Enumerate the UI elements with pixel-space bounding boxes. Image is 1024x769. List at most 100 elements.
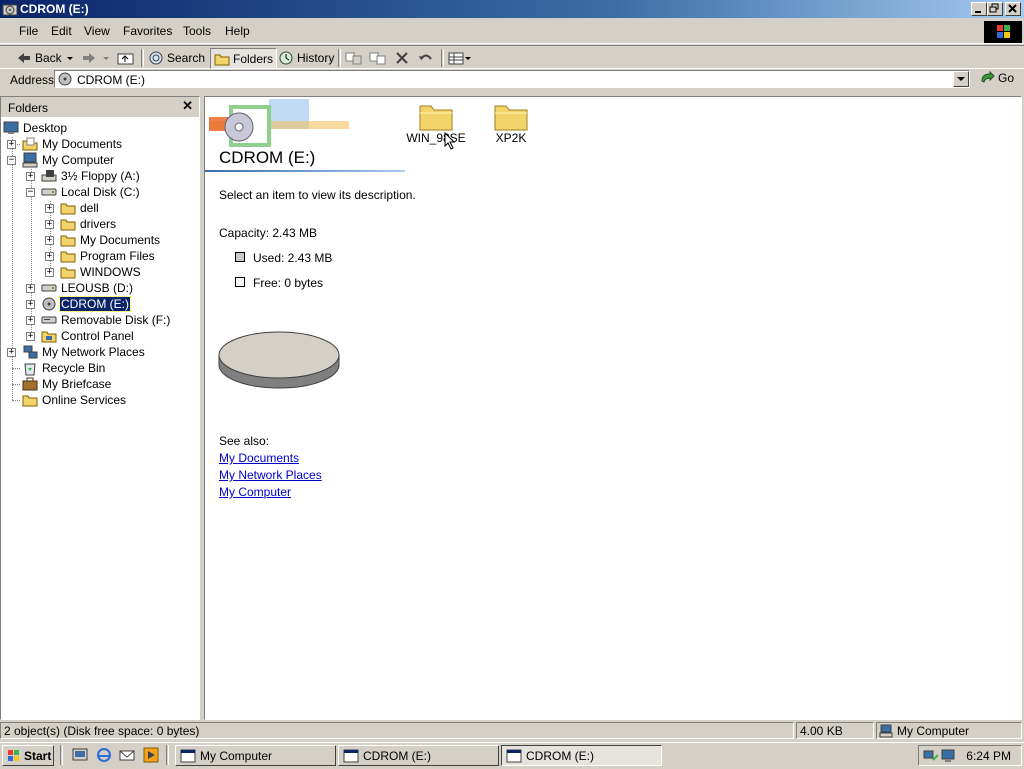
tree-item-briefcase[interactable]: My Briefcase <box>22 376 112 392</box>
tree-item-drivers[interactable]: drivers <box>60 216 117 232</box>
collapse-my-computer[interactable]: − <box>7 156 16 165</box>
undo-button[interactable] <box>418 49 437 67</box>
briefcase-icon <box>22 377 38 391</box>
back-button[interactable]: Back <box>16 49 62 67</box>
close-button[interactable] <box>1005 2 1021 16</box>
folder-icon <box>214 54 230 65</box>
expand-drivers[interactable]: + <box>45 220 54 229</box>
go-arrow-icon <box>981 71 995 83</box>
copy-to-button[interactable] <box>369 49 390 67</box>
chevron-down-icon <box>67 57 73 60</box>
back-dropdown[interactable] <box>66 49 77 67</box>
expand-dell[interactable]: + <box>45 204 54 213</box>
restore-button[interactable] <box>987 2 1003 16</box>
tree-item-program-files[interactable]: Program Files <box>60 248 156 264</box>
folders-button[interactable]: Folders <box>210 48 278 69</box>
explorer-window-icon <box>343 749 359 762</box>
computer-icon <box>22 152 38 168</box>
network-connection-icon[interactable] <box>923 748 939 764</box>
link-my-computer[interactable]: My Computer <box>219 485 291 499</box>
expand-program-files[interactable]: + <box>45 252 54 261</box>
tree-item-network-places[interactable]: My Network Places <box>22 344 146 360</box>
menu-file[interactable]: File <box>19 24 38 38</box>
display-monitor-icon[interactable] <box>941 748 957 764</box>
history-icon <box>279 51 293 65</box>
drive-banner-graphic <box>209 99 359 149</box>
link-my-network-places[interactable]: My Network Places <box>219 468 322 482</box>
outlook-express-icon[interactable] <box>119 747 135 763</box>
move-to-button[interactable] <box>345 49 366 67</box>
title-bar[interactable]: CDROM (E:) <box>0 0 1024 18</box>
taskbar-button-cdrom-2[interactable]: CDROM (E:) <box>501 745 662 766</box>
used-legend-swatch <box>235 252 245 262</box>
tree-item-c-my-documents[interactable]: My Documents <box>60 232 161 248</box>
tree-item-control-panel[interactable]: Control Panel <box>41 328 135 344</box>
expand-floppy[interactable]: + <box>26 172 35 181</box>
expand-c-my-documents[interactable]: + <box>45 236 54 245</box>
tree-item-leousb[interactable]: LEOUSB (D:) <box>41 280 134 296</box>
search-icon <box>149 51 163 65</box>
menu-help[interactable]: Help <box>225 24 250 38</box>
folder-up-icon <box>117 53 134 65</box>
menu-edit[interactable]: Edit <box>51 24 72 38</box>
minimize-button[interactable] <box>971 2 987 16</box>
expand-windows[interactable]: + <box>45 268 54 277</box>
tree-item-online-services[interactable]: Online Services <box>22 392 127 408</box>
expand-network-places[interactable]: + <box>7 348 16 357</box>
forward-dropdown[interactable] <box>102 49 113 67</box>
tree-item-recycle-bin[interactable]: Recycle Bin <box>22 360 106 376</box>
menu-favorites[interactable]: Favorites <box>123 24 172 38</box>
folder-icon <box>494 105 528 131</box>
history-button[interactable]: History <box>278 49 334 67</box>
search-button[interactable]: Search <box>148 49 205 67</box>
tree-item-cdrom[interactable]: CDROM (E:) <box>41 296 131 312</box>
expand-my-documents[interactable]: + <box>7 140 16 149</box>
start-button[interactable]: Start <box>2 745 54 766</box>
close-folders-pane-icon[interactable]: ✕ <box>182 99 193 112</box>
folder-icon <box>22 395 38 407</box>
expand-removable[interactable]: + <box>26 316 35 325</box>
folder-item-xp2k[interactable]: XP2K <box>476 101 546 145</box>
window-title: CDROM (E:) <box>20 2 89 16</box>
title-underline <box>205 170 405 172</box>
tree-item-windows[interactable]: WINDOWS <box>60 264 142 280</box>
expand-control-panel[interactable]: + <box>26 332 35 341</box>
taskbar-button-cdrom-1[interactable]: CDROM (E:) <box>338 745 499 766</box>
menu-tools[interactable]: Tools <box>183 24 211 38</box>
folder-item-win98se[interactable]: WIN_98SE <box>401 101 471 145</box>
tree-item-dell[interactable]: dell <box>60 200 100 216</box>
see-also-label: See also: <box>219 434 270 448</box>
views-button[interactable] <box>448 49 475 67</box>
tree-item-my-documents[interactable]: My Documents <box>22 136 123 152</box>
tree-item-removable-disk[interactable]: Removable Disk (F:) <box>41 312 171 328</box>
media-player-icon[interactable] <box>143 747 159 763</box>
cdrom-icon <box>2 1 18 17</box>
folder-icon <box>60 235 76 247</box>
status-size: 4.00 KB <box>796 722 874 739</box>
collapse-local-disk[interactable]: − <box>26 188 35 197</box>
clock[interactable]: 6:24 PM <box>966 749 1011 763</box>
taskbar-button-my-computer[interactable]: My Computer <box>175 745 336 766</box>
tree-item-local-disk[interactable]: Local Disk (C:) <box>41 184 141 200</box>
forward-button[interactable] <box>81 49 100 67</box>
status-objects: 2 object(s) (Disk free space: 0 bytes) <box>0 722 794 739</box>
up-button[interactable] <box>117 49 138 67</box>
delete-button[interactable] <box>395 49 412 67</box>
expand-cdrom[interactable]: + <box>26 300 35 309</box>
tree-item-desktop[interactable]: Desktop <box>3 120 68 136</box>
tree-item-floppy[interactable]: 3½ Floppy (A:) <box>41 168 141 184</box>
expand-leousb[interactable]: + <box>26 284 35 293</box>
go-button[interactable]: Go <box>980 71 1014 85</box>
link-my-documents[interactable]: My Documents <box>219 451 299 465</box>
internet-explorer-icon[interactable] <box>96 747 112 763</box>
address-dropdown-button[interactable] <box>953 71 969 87</box>
free-text: Free: 0 bytes <box>253 276 324 290</box>
address-input[interactable]: CDROM (E:) <box>54 70 970 88</box>
menu-view[interactable]: View <box>84 24 110 38</box>
show-desktop-icon[interactable] <box>72 747 88 763</box>
free-legend-swatch <box>235 277 245 287</box>
tree-item-my-computer[interactable]: My Computer <box>22 152 115 168</box>
computer-icon <box>879 724 893 738</box>
network-icon <box>23 345 38 359</box>
menu-bar: File Edit View Favorites Tools Help <box>0 19 1024 44</box>
